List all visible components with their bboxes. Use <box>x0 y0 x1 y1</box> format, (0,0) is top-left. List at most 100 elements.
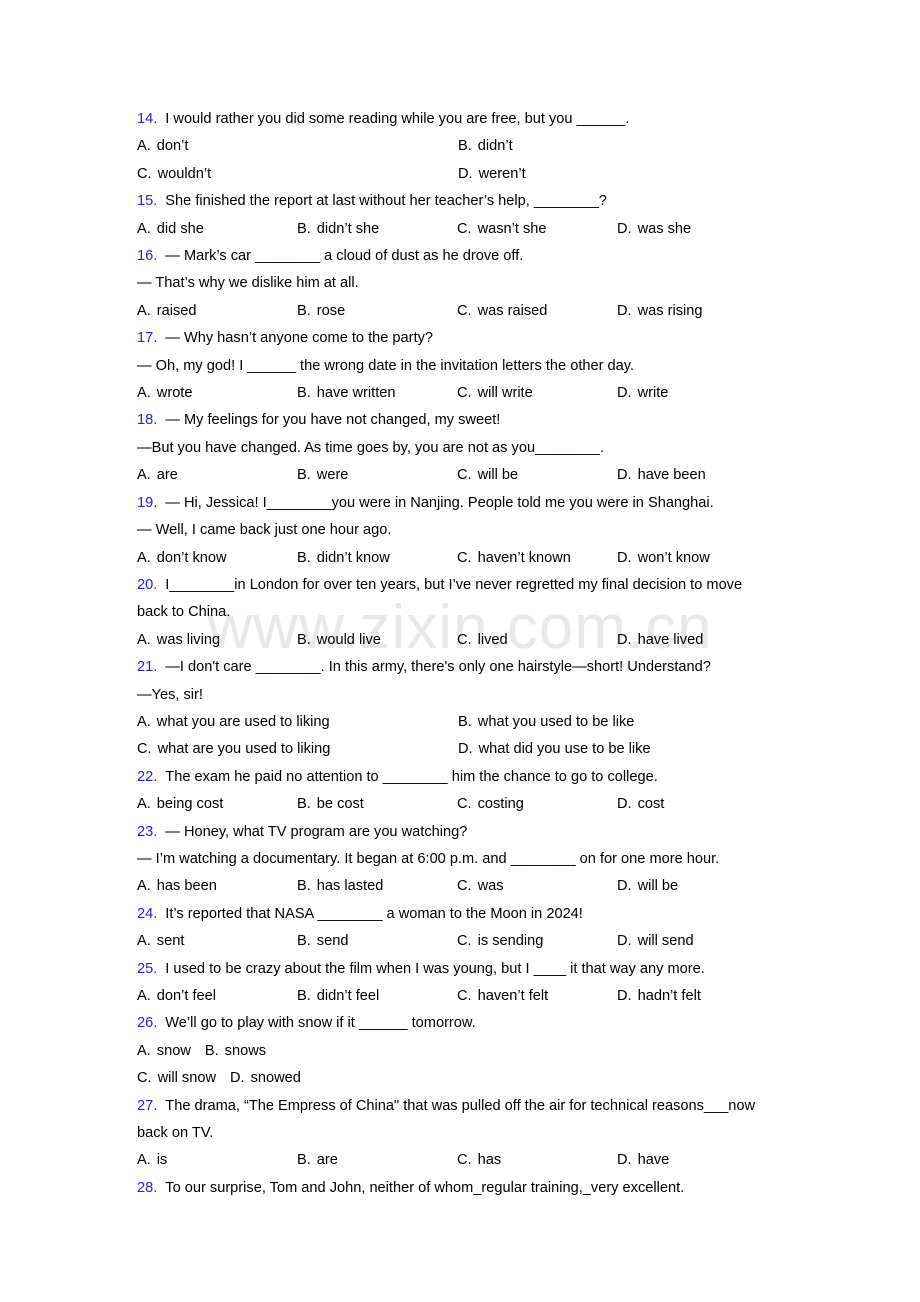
question-number: 24. <box>137 905 158 922</box>
option-c[interactable]: C. was <box>457 873 617 900</box>
option-c[interactable]: C. haven’t known <box>457 545 617 572</box>
option-c[interactable]: C. costing <box>457 791 617 818</box>
option-text: will be <box>477 467 519 484</box>
option-a[interactable]: A. don’t know <box>137 545 297 572</box>
option-d[interactable]: D. will be <box>617 873 678 900</box>
option-text: haven’t felt <box>477 988 549 1004</box>
question-text: The drama, “The Empress of China" that w… <box>165 1097 756 1114</box>
option-a[interactable]: A. did she <box>137 216 297 243</box>
question-stem: 20. I________in London for over ten years… <box>137 572 797 599</box>
option-a[interactable]: A. are <box>137 462 297 489</box>
option-text: have written <box>316 385 396 402</box>
question-text: — Honey, what TV program are you watchin… <box>165 823 468 840</box>
option-label: A. <box>137 933 151 950</box>
option-c[interactable]: C. was raised <box>457 298 617 325</box>
option-b[interactable]: B. snows <box>205 1038 266 1065</box>
option-label: D. <box>229 1070 245 1087</box>
option-c[interactable]: C. lived <box>457 627 617 654</box>
option-c[interactable]: C. is sending <box>457 928 617 955</box>
option-b[interactable]: B. rose <box>297 298 457 325</box>
option-text: have lived <box>637 631 704 648</box>
option-a[interactable]: A. is <box>137 1147 297 1174</box>
question-continuation-line: —But you have changed. As time goes by, … <box>137 439 605 456</box>
option-c[interactable]: C. what are you used to liking <box>137 736 458 763</box>
option-c[interactable]: C. will snow <box>137 1065 216 1092</box>
option-a[interactable]: A. don’t feel <box>137 983 297 1010</box>
option-b[interactable]: B. didn’t <box>458 133 513 160</box>
question-number: 26. <box>137 1015 158 1032</box>
option-b[interactable]: B. would live <box>297 627 457 654</box>
option-a[interactable]: A. snow <box>137 1038 191 1065</box>
option-c[interactable]: C. wouldn’t <box>137 161 458 188</box>
option-c[interactable]: C. has <box>457 1147 617 1174</box>
option-row: A. are B. were C. will be D. have been <box>137 462 797 489</box>
option-text: was living <box>156 631 221 648</box>
option-label: B. <box>297 1152 311 1169</box>
option-d[interactable]: D. have <box>617 1147 669 1174</box>
question-block: 19. — Hi, Jessica! I________you were in N… <box>137 490 797 572</box>
option-a[interactable]: A. wrote <box>137 380 297 407</box>
option-label: A. <box>137 467 151 484</box>
option-a[interactable]: A. raised <box>137 298 297 325</box>
option-text: will snow <box>157 1070 216 1087</box>
option-b[interactable]: B. didn’t feel <box>297 983 457 1010</box>
option-label: B. <box>297 220 311 237</box>
question-block: 16. — Mark’s car ________ a cloud of dust… <box>137 243 797 325</box>
option-label: A. <box>137 549 151 566</box>
option-b[interactable]: B. what you used to be like <box>458 709 634 736</box>
option-row: A. is B. are C. has D. have <box>137 1147 797 1174</box>
option-a[interactable]: A. what you are used to liking <box>137 709 458 736</box>
option-d[interactable]: D. write <box>617 380 668 407</box>
option-d[interactable]: D. have lived <box>617 627 703 654</box>
option-a[interactable]: A. sent <box>137 928 297 955</box>
option-c[interactable]: C. wasn’t she <box>457 216 617 243</box>
question-stem: 24. It’s reported that NASA ________ a wo… <box>137 901 797 928</box>
option-c[interactable]: C. will be <box>457 462 617 489</box>
option-d[interactable]: D. won’t know <box>617 545 710 572</box>
option-text: were <box>316 467 349 484</box>
option-d[interactable]: D. have been <box>617 462 706 489</box>
option-c[interactable]: C. will write <box>457 380 617 407</box>
option-b[interactable]: B. send <box>297 928 457 955</box>
option-b[interactable]: B. didn’t she <box>297 216 457 243</box>
option-d[interactable]: D. will send <box>617 928 694 955</box>
option-b[interactable]: B. didn’t know <box>297 545 457 572</box>
option-text: raised <box>156 302 197 319</box>
question-stem: 28. To our surprise, Tom and John, neithe… <box>137 1175 797 1202</box>
question-number: 23. <box>137 823 158 840</box>
option-d[interactable]: D. was rising <box>617 298 702 325</box>
option-a[interactable]: A. being cost <box>137 791 297 818</box>
option-d[interactable]: D. was she <box>617 216 691 243</box>
option-label: D. <box>617 631 632 648</box>
option-text: have been <box>637 467 706 484</box>
option-a[interactable]: A. was living <box>137 627 297 654</box>
option-text: didn’t know <box>316 549 390 566</box>
option-d[interactable]: D. cost <box>617 791 664 818</box>
option-text: what you are used to liking <box>156 713 330 730</box>
option-b[interactable]: B. has lasted <box>297 873 457 900</box>
option-d[interactable]: D. weren’t <box>458 161 526 188</box>
option-c[interactable]: C. haven’t felt <box>457 983 617 1010</box>
option-label: B. <box>458 138 472 155</box>
option-label: A. <box>137 878 151 895</box>
option-b[interactable]: B. be cost <box>297 791 457 818</box>
option-a[interactable]: A. has been <box>137 873 297 900</box>
option-b[interactable]: B. were <box>297 462 457 489</box>
question-text: — Mark’s car ________ a cloud of dust as… <box>165 248 524 265</box>
option-row: C. will snow D. snowed <box>137 1065 797 1092</box>
option-b[interactable]: B. are <box>297 1147 457 1174</box>
question-stem: 18. — My feelings for you have not change… <box>137 407 797 434</box>
option-a[interactable]: A. don’t <box>137 133 458 160</box>
question-stem: 21. —I don't care ________. In this army,… <box>137 654 797 681</box>
question-number: 27. <box>137 1097 158 1114</box>
option-d[interactable]: D. snowed <box>230 1065 301 1092</box>
option-b[interactable]: B. have written <box>297 380 457 407</box>
option-label: C. <box>457 302 472 319</box>
option-label: C. <box>457 467 472 484</box>
option-d[interactable]: D. hadn’t felt <box>617 983 701 1010</box>
question-text: It’s reported that NASA ________ a woman… <box>165 905 583 922</box>
question-continuation-line: —Yes, sir! <box>137 686 203 703</box>
option-text: has been <box>156 878 217 895</box>
option-d[interactable]: D. what did you use to be like <box>458 736 651 763</box>
option-text: was raised <box>477 302 548 319</box>
